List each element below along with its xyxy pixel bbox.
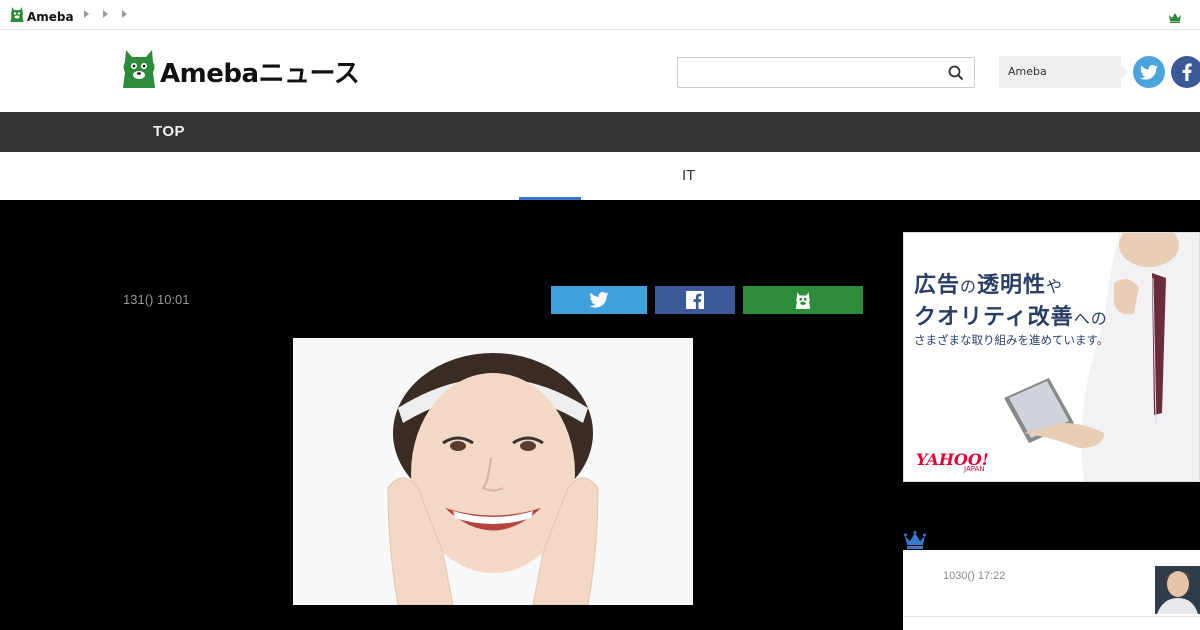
category-bar: IT (0, 152, 1200, 200)
page: Ameba Amebaニュース Ameba TOP IT 131() 10:01… (0, 0, 1200, 630)
category-active-indicator (519, 197, 581, 200)
utility-bar: Ameba (0, 0, 1200, 30)
ad-headline-1: 広告の透明性や (914, 267, 1063, 299)
share-facebook-button[interactable] (655, 286, 735, 314)
facebook-icon (1182, 63, 1192, 81)
twitter-icon (1140, 64, 1158, 80)
util-menu-arrow-icon[interactable] (122, 10, 127, 18)
article-date: 131() 10:01 (123, 292, 190, 307)
site-header: Amebaニュース Ameba (0, 30, 1200, 112)
article-image (293, 338, 693, 605)
nav-item-top[interactable]: TOP (153, 123, 185, 140)
share-ameba-button[interactable] (743, 286, 863, 314)
ranking-item[interactable] (903, 616, 1200, 630)
util-logo-text: Ameba (27, 9, 74, 24)
ameba-mascot-icon (122, 48, 156, 94)
yahoo-logo-sub: JAPAN (964, 465, 985, 473)
ad-text: や (1046, 277, 1064, 296)
ad-subline: さまざまな取り組みを進めています。 (914, 333, 1109, 347)
ameba-home-link[interactable]: Ameba (10, 6, 74, 27)
ameba-mascot-icon (10, 6, 24, 27)
ad-text: 広告 (914, 273, 961, 298)
ad-text: クオリティ改善 (914, 305, 1074, 330)
ad-text: への (1073, 309, 1108, 328)
search-input[interactable] (677, 57, 975, 88)
search-icon[interactable] (948, 65, 964, 81)
ameba-mascot-icon (795, 291, 811, 309)
ameba-login-button[interactable]: Ameba (999, 56, 1129, 88)
category-tab-it[interactable]: IT (682, 167, 695, 184)
site-logo[interactable]: Amebaニュース (122, 48, 360, 94)
ad-headline-2: クオリティ改善への (914, 299, 1108, 331)
sidebar-ad[interactable]: 広告の透明性や クオリティ改善への さまざまな取り組みを進めています。 YAHO… (903, 232, 1200, 482)
ranking-item-date: 1030() 17:22 (943, 570, 1006, 582)
util-menu-arrow-icon[interactable] (84, 10, 89, 18)
facebook-icon (686, 291, 704, 309)
twitter-follow-button[interactable] (1133, 56, 1165, 88)
util-menu (84, 10, 127, 18)
ad-text: の (960, 277, 978, 296)
main-nav: TOP (0, 112, 1200, 152)
ranking-item[interactable]: 1030() 17:22 (903, 550, 1200, 616)
brand-text: Amebaニュース (160, 58, 360, 89)
util-menu-arrow-icon[interactable] (103, 10, 108, 18)
share-twitter-button[interactable] (551, 286, 647, 314)
crown-icon[interactable] (1168, 8, 1182, 27)
ad-text: 透明性 (977, 273, 1047, 298)
ranking-item-thumbnail (1155, 566, 1200, 614)
facebook-follow-button[interactable] (1171, 56, 1200, 88)
twitter-icon (589, 292, 609, 308)
